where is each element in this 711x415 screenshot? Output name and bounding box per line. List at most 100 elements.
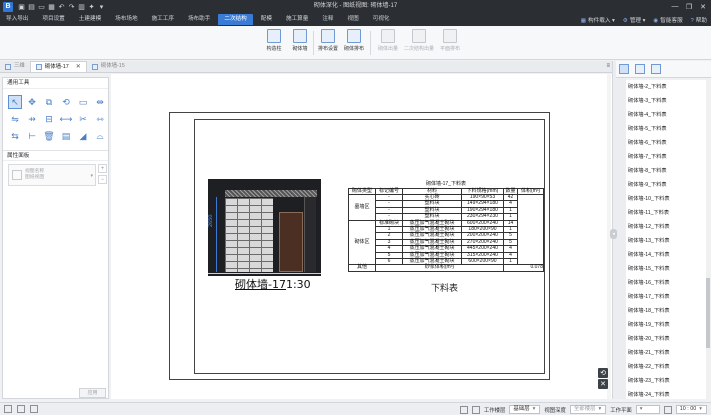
redo-icon[interactable]: ↷ <box>67 2 76 11</box>
view-list-icon[interactable] <box>619 64 629 74</box>
star-icon[interactable]: ✦ <box>87 2 96 11</box>
plan-layout-button[interactable]: 平面排布 <box>438 29 462 56</box>
list-item[interactable]: 砌体墙-23_下料表 <box>626 374 706 388</box>
view-mode-icon[interactable] <box>459 405 468 414</box>
list-item[interactable]: 砌体墙-2_下料表 <box>626 80 706 94</box>
tab-project-settings[interactable]: 项目设置 <box>36 14 70 25</box>
tab-list-menu-icon[interactable]: ≡ <box>606 63 610 69</box>
masonry-layout-button[interactable]: 砌体排布 <box>342 29 366 56</box>
dimension-tool-icon[interactable]: ⊢ <box>25 129 39 143</box>
grid-icon[interactable]: ▥ <box>77 2 86 11</box>
list-item[interactable]: 砌体墙-17_下料表 <box>626 290 706 304</box>
doc-tab-wall-17[interactable]: 砌体墙-17 ✕ <box>29 61 87 73</box>
drawing-canvas[interactable]: 2650 砌体墙-171:30 砌体墙-17_下料表 砌体类型 标记编号 材料 … <box>111 74 612 399</box>
component-import-button[interactable]: ▦ 构件载入 ▾ <box>581 16 615 24</box>
save-icon[interactable]: ▣ <box>17 2 26 11</box>
list-item[interactable]: 砌体墙-7_下料表 <box>626 150 706 164</box>
open-icon[interactable]: ▤ <box>27 2 36 11</box>
trim-tool-icon[interactable]: ✂ <box>76 112 90 126</box>
layout-settings-button[interactable]: 排布设置 <box>316 29 340 56</box>
work-plane-select[interactable]: ▾ <box>635 405 660 414</box>
sheet-list-scrollbar[interactable] <box>706 80 710 399</box>
layout-toggle-icon[interactable] <box>30 405 38 413</box>
list-item[interactable]: 砌体墙-16_下料表 <box>626 276 706 290</box>
rotate-tool-icon[interactable]: ⟲ <box>59 95 73 109</box>
tab-site-assistant[interactable]: 场布助手 <box>182 14 216 25</box>
list-item[interactable]: 砌体墙-21_下料表 <box>626 346 706 360</box>
view-type-selector[interactable]: 视图名称 图纸视图 ▾ <box>8 164 96 186</box>
masonry-quantity-button[interactable]: 砌体出量 <box>376 29 400 56</box>
list-item[interactable]: 砌体墙-24_下料表 <box>626 388 706 399</box>
manage-button[interactable]: ⚙ 管理 ▾ <box>623 16 646 24</box>
list-item[interactable]: 砌体墙-8_下料表 <box>626 164 706 178</box>
list-item[interactable]: 砌体墙-12_下料表 <box>626 220 706 234</box>
tab-annotation[interactable]: 注释 <box>316 14 339 25</box>
doc-tab-3d[interactable]: 三维 <box>0 61 30 72</box>
tab-import-export[interactable]: 导入导出 <box>0 14 34 25</box>
swap-tool-icon[interactable]: ⇆ <box>8 129 22 143</box>
apply-button[interactable]: 应用 <box>79 388 106 398</box>
material-table[interactable]: 砌体墙-17_下料表 砌体类型 标记编号 材料 下料规格(mm) 数量 体积(m… <box>348 181 545 272</box>
secondary-structure-quantity-button[interactable]: 二次结构出量 <box>402 29 436 56</box>
move-tool-icon[interactable]: ✥ <box>25 95 39 109</box>
list-item[interactable]: 砌体墙-15_下料表 <box>626 262 706 276</box>
close-tab-icon[interactable]: ✕ <box>76 62 81 73</box>
view-depth-select[interactable]: 全部楼层 ▾ <box>569 405 607 414</box>
tab-visualization[interactable]: 可视化 <box>367 14 396 25</box>
tab-secondary-structure[interactable]: 二次结构 <box>218 14 253 25</box>
tab-civil-modeling[interactable]: 土建建模 <box>73 14 107 25</box>
masonry-wall-button[interactable]: 砌体墙 <box>288 29 312 56</box>
list-item[interactable]: 砌体墙-20_下料表 <box>626 332 706 346</box>
split-tool-icon[interactable]: ⇿ <box>93 112 107 126</box>
list-item[interactable]: 砌体墙-5_下料表 <box>626 122 706 136</box>
maximize-icon[interactable]: ❐ <box>684 3 694 11</box>
list-item[interactable]: 砌体墙-18_下料表 <box>626 304 706 318</box>
offset-tool-icon[interactable]: ⟷ <box>59 112 73 126</box>
customer-service-button[interactable]: ◉ 智能客服 <box>653 16 682 24</box>
match-tool-icon[interactable]: ▤ <box>59 129 73 143</box>
tab-formwork[interactable]: 配模 <box>255 14 278 25</box>
extend-tool-icon[interactable]: ⇸ <box>25 112 39 126</box>
remove-property-button[interactable]: − <box>98 175 107 184</box>
list-item[interactable]: 砌体墙-13_下料表 <box>626 234 706 248</box>
print-icon[interactable]: ▦ <box>47 2 56 11</box>
array-tool-icon[interactable]: ⊟ <box>42 112 56 126</box>
select-tool-icon[interactable]: ↖ <box>8 95 22 109</box>
list-item[interactable]: 砌体墙-3_下料表 <box>626 94 706 108</box>
tab-view[interactable]: 视图 <box>342 14 365 25</box>
delete-tool-icon[interactable]: 🗑 <box>42 129 56 143</box>
slope-tool-icon[interactable]: ◢ <box>76 129 90 143</box>
snap-icon[interactable] <box>4 405 12 413</box>
work-floor-select[interactable]: 基础层 ▾ <box>509 405 541 414</box>
layers-icon[interactable] <box>635 64 645 74</box>
tab-site-layout[interactable]: 场布场地 <box>109 14 143 25</box>
list-item[interactable]: 砌体墙-19_下料表 <box>626 318 706 332</box>
constructional-column-button[interactable]: 构造柱 <box>262 29 286 56</box>
list-item[interactable]: 砌体墙-22_下料表 <box>626 360 706 374</box>
scale-select[interactable]: 10 : 00 ▾ <box>675 405 707 414</box>
list-item[interactable]: 砌体墙-14_下料表 <box>626 248 706 262</box>
sheet-icon[interactable] <box>651 64 661 74</box>
scrollbar-thumb[interactable] <box>706 278 710 348</box>
list-item[interactable]: 砌体墙-11_下料表 <box>626 206 706 220</box>
help-button[interactable]: ? 帮助 <box>691 16 707 24</box>
list-item[interactable]: 砌体墙-6_下料表 <box>626 136 706 150</box>
collapse-panel-icon[interactable]: ◂ <box>610 229 617 239</box>
lock-icon[interactable] <box>663 405 672 414</box>
arc-tool-icon[interactable]: ⌓ <box>93 129 107 143</box>
rectangle-tool-icon[interactable]: ▭ <box>76 95 90 109</box>
tab-quantity[interactable]: 施工算量 <box>280 14 314 25</box>
align-tool-icon[interactable]: ⇹ <box>93 95 107 109</box>
copy-tool-icon[interactable]: ⧉ <box>42 95 56 109</box>
wall-elevation-view[interactable]: 2650 <box>208 179 321 276</box>
doc-tab-wall-15[interactable]: 砌体墙-15 <box>87 61 130 72</box>
close-icon[interactable]: ✕ <box>698 3 708 11</box>
folder-icon[interactable]: ▭ <box>37 2 46 11</box>
close-view-icon[interactable]: ✕ <box>598 379 608 389</box>
reset-view-icon[interactable]: ⟲ <box>598 368 608 378</box>
more-icon[interactable]: ▾ <box>97 2 106 11</box>
minimize-icon[interactable]: — <box>670 3 680 10</box>
list-item[interactable]: 砌体墙-10_下料表 <box>626 192 706 206</box>
list-item[interactable]: 砌体墙-9_下料表 <box>626 178 706 192</box>
grid-toggle-icon[interactable] <box>17 405 25 413</box>
